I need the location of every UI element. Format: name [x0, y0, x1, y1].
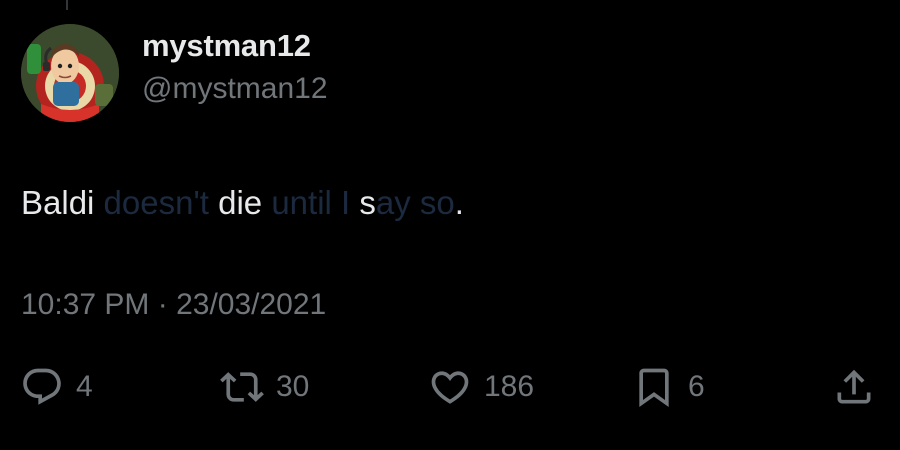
- retweet-button[interactable]: 30: [220, 362, 309, 412]
- avatar-image: [21, 24, 119, 122]
- retweet-icon: [220, 365, 264, 409]
- thread-connector-line: [66, 0, 68, 10]
- reply-button[interactable]: 4: [20, 362, 93, 412]
- share-icon: [832, 365, 876, 409]
- like-button[interactable]: 186: [428, 362, 534, 412]
- tweet-text-obscured-segment: until I: [262, 184, 360, 221]
- like-count: 186: [484, 370, 535, 403]
- tweet-text-segment: .: [454, 184, 464, 221]
- share-button[interactable]: [832, 362, 876, 412]
- display-name[interactable]: mystman12: [142, 28, 311, 64]
- like-icon: [428, 365, 472, 409]
- retweet-count: 30: [276, 370, 310, 403]
- tweet-text-obscured-segment: doesn't: [94, 184, 219, 221]
- bookmark-icon: [632, 365, 676, 409]
- reply-count: 4: [76, 370, 93, 403]
- tweet-timestamp[interactable]: 10:37 PM · 23/03/2021: [21, 288, 326, 322]
- tweet-text-segment: Baldi: [21, 184, 95, 221]
- bookmark-button[interactable]: 6: [632, 362, 705, 412]
- tweet-action-bar: 4 30 186 6: [0, 362, 900, 412]
- bookmark-count: 6: [688, 370, 705, 403]
- reply-icon: [20, 365, 64, 409]
- tweet-text-segment: die: [218, 184, 263, 221]
- tweet-text-segment: s: [359, 184, 376, 221]
- tweet-text: Baldi doesn't die until I say so.: [21, 184, 464, 222]
- avatar[interactable]: [21, 24, 119, 122]
- user-handle[interactable]: @mystman12: [142, 72, 328, 106]
- tweet-text-obscured-segment: ay so: [375, 184, 455, 221]
